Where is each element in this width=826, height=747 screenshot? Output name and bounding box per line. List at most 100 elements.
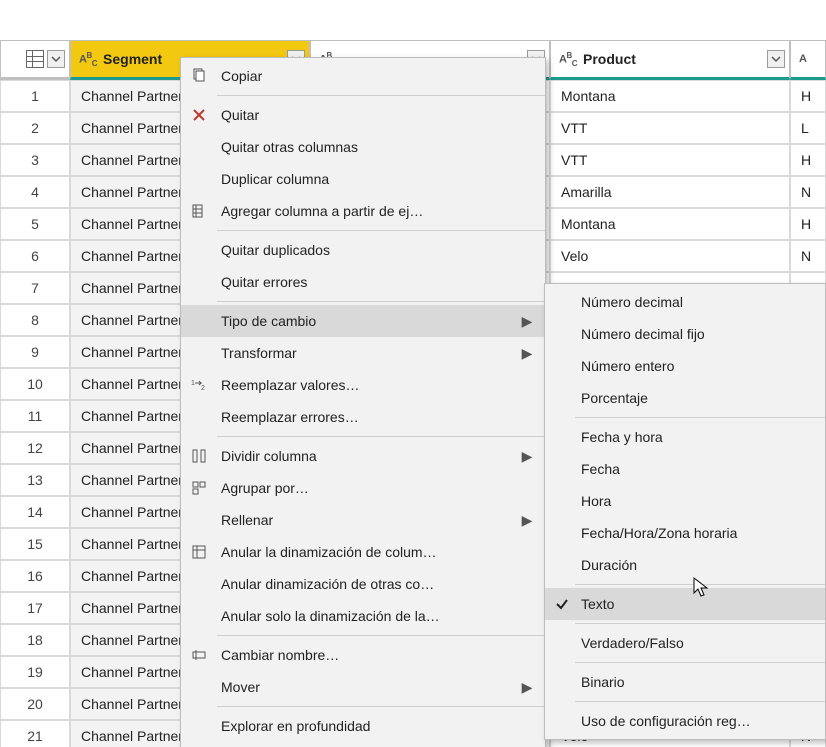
separator (217, 436, 545, 437)
row-number[interactable]: 2 (0, 112, 70, 144)
row-number[interactable]: 17 (0, 592, 70, 624)
ctx-agregar-nueva[interactable]: Agregar como nueva consulta (181, 742, 545, 747)
type-icon-text: ABC (79, 51, 97, 68)
type-fecha[interactable]: Fecha (545, 453, 825, 485)
table-icon (26, 50, 44, 68)
remove-icon (185, 107, 213, 123)
ctx-anular3[interactable]: Anular solo la dinamización de la… (181, 600, 545, 632)
cell-extra[interactable]: N (790, 176, 826, 208)
type-fecha-hora[interactable]: Fecha y hora (545, 421, 825, 453)
row-number[interactable]: 16 (0, 560, 70, 592)
copy-icon (185, 68, 213, 84)
row-number[interactable]: 20 (0, 688, 70, 720)
cell-extra[interactable]: H (790, 208, 826, 240)
row-number[interactable]: 1 (0, 80, 70, 112)
ctx-dividir[interactable]: Dividir columna ▶ (181, 440, 545, 472)
ctx-duplicar[interactable]: Duplicar columna (181, 163, 545, 195)
separator (575, 623, 825, 624)
row-number[interactable]: 5 (0, 208, 70, 240)
separator (217, 301, 545, 302)
row-number[interactable]: 6 (0, 240, 70, 272)
type-entero[interactable]: Número entero (545, 350, 825, 382)
row-number[interactable]: 15 (0, 528, 70, 560)
ctx-quitar[interactable]: Quitar (181, 99, 545, 131)
row-number[interactable]: 14 (0, 496, 70, 528)
type-texto[interactable]: Texto (545, 588, 825, 620)
group-icon (185, 480, 213, 496)
ctx-quitar-err[interactable]: Quitar errores (181, 266, 545, 298)
row-number[interactable]: 18 (0, 624, 70, 656)
ctx-explorar[interactable]: Explorar en profundidad (181, 710, 545, 742)
col-header-label: Segment (103, 51, 162, 67)
type-bool[interactable]: Verdadero/Falso (545, 627, 825, 659)
cell-product[interactable]: Montana (550, 208, 790, 240)
cell-extra[interactable]: L (790, 112, 826, 144)
col-header-label: Product (583, 51, 636, 67)
row-number[interactable]: 3 (0, 144, 70, 176)
cell-extra[interactable]: H (790, 80, 826, 112)
type-hora[interactable]: Hora (545, 485, 825, 517)
unpivot-icon (185, 544, 213, 560)
ctx-anular1[interactable]: Anular la dinamización de colum… (181, 536, 545, 568)
type-binario[interactable]: Binario (545, 666, 825, 698)
table-corner[interactable] (0, 40, 70, 80)
type-icon-text: A (799, 53, 806, 65)
cell-product[interactable]: Montana (550, 80, 790, 112)
separator (217, 706, 545, 707)
type-regional[interactable]: Uso de configuración reg… (545, 705, 825, 737)
row-number[interactable]: 11 (0, 400, 70, 432)
ctx-transformar[interactable]: Transformar ▶ (181, 337, 545, 369)
row-number[interactable]: 4 (0, 176, 70, 208)
cell-product[interactable]: VTT (550, 112, 790, 144)
ctx-quitar-dup[interactable]: Quitar duplicados (181, 234, 545, 266)
ctx-reemp-val[interactable]: 12 Reemplazar valores… (181, 369, 545, 401)
separator (217, 635, 545, 636)
type-decimal-fijo[interactable]: Número decimal fijo (545, 318, 825, 350)
type-decimal[interactable]: Número decimal (545, 286, 825, 318)
row-number[interactable]: 21 (0, 720, 70, 747)
ctx-agrupar[interactable]: Agrupar por… (181, 472, 545, 504)
row-number[interactable]: 12 (0, 432, 70, 464)
separator (575, 662, 825, 663)
ctx-copiar[interactable]: Copiar (181, 60, 545, 92)
cell-product[interactable]: Amarilla (550, 176, 790, 208)
row-number[interactable]: 13 (0, 464, 70, 496)
separator (575, 584, 825, 585)
row-number[interactable]: 10 (0, 368, 70, 400)
chevron-right-icon: ▶ (519, 448, 535, 465)
row-number[interactable]: 7 (0, 272, 70, 304)
separator (575, 417, 825, 418)
chevron-right-icon: ▶ (519, 512, 535, 529)
cell-extra[interactable]: N (790, 240, 826, 272)
check-icon (549, 597, 575, 611)
cell-product[interactable]: VTT (550, 144, 790, 176)
replace-icon: 12 (185, 377, 213, 393)
cell-extra[interactable]: H (790, 144, 826, 176)
ctx-agregar-ej[interactable]: Agregar columna a partir de ej… (181, 195, 545, 227)
separator (217, 95, 545, 96)
row-number[interactable]: 9 (0, 336, 70, 368)
ctx-cambiar-nombre[interactable]: Cambiar nombre… (181, 639, 545, 671)
row-number[interactable]: 8 (0, 304, 70, 336)
row-number[interactable]: 19 (0, 656, 70, 688)
col-header-extra[interactable]: A (790, 40, 826, 80)
rename-icon (185, 647, 213, 663)
cell-product[interactable]: Velo (550, 240, 790, 272)
chevron-right-icon: ▶ (519, 345, 535, 362)
split-column-icon (185, 448, 213, 464)
table-menu-btn[interactable] (47, 50, 65, 68)
ctx-mover[interactable]: Mover ▶ (181, 671, 545, 703)
add-column-icon (185, 203, 213, 219)
ctx-reemp-err[interactable]: Reemplazar errores… (181, 401, 545, 433)
filter-btn-product[interactable] (767, 50, 785, 68)
type-icon-text: ABC (559, 51, 577, 68)
type-porcentaje[interactable]: Porcentaje (545, 382, 825, 414)
ctx-quitar-otras[interactable]: Quitar otras columnas (181, 131, 545, 163)
ctx-tipo-cambio[interactable]: Tipo de cambio ▶ (181, 305, 545, 337)
type-fhzona[interactable]: Fecha/Hora/Zona horaria (545, 517, 825, 549)
col-header-product[interactable]: ABC Product (550, 40, 790, 80)
type-duracion[interactable]: Duración (545, 549, 825, 581)
ctx-rellenar[interactable]: Rellenar ▶ (181, 504, 545, 536)
type-submenu: Número decimal Número decimal fijo Númer… (544, 283, 826, 740)
ctx-anular2[interactable]: Anular dinamización de otras co… (181, 568, 545, 600)
